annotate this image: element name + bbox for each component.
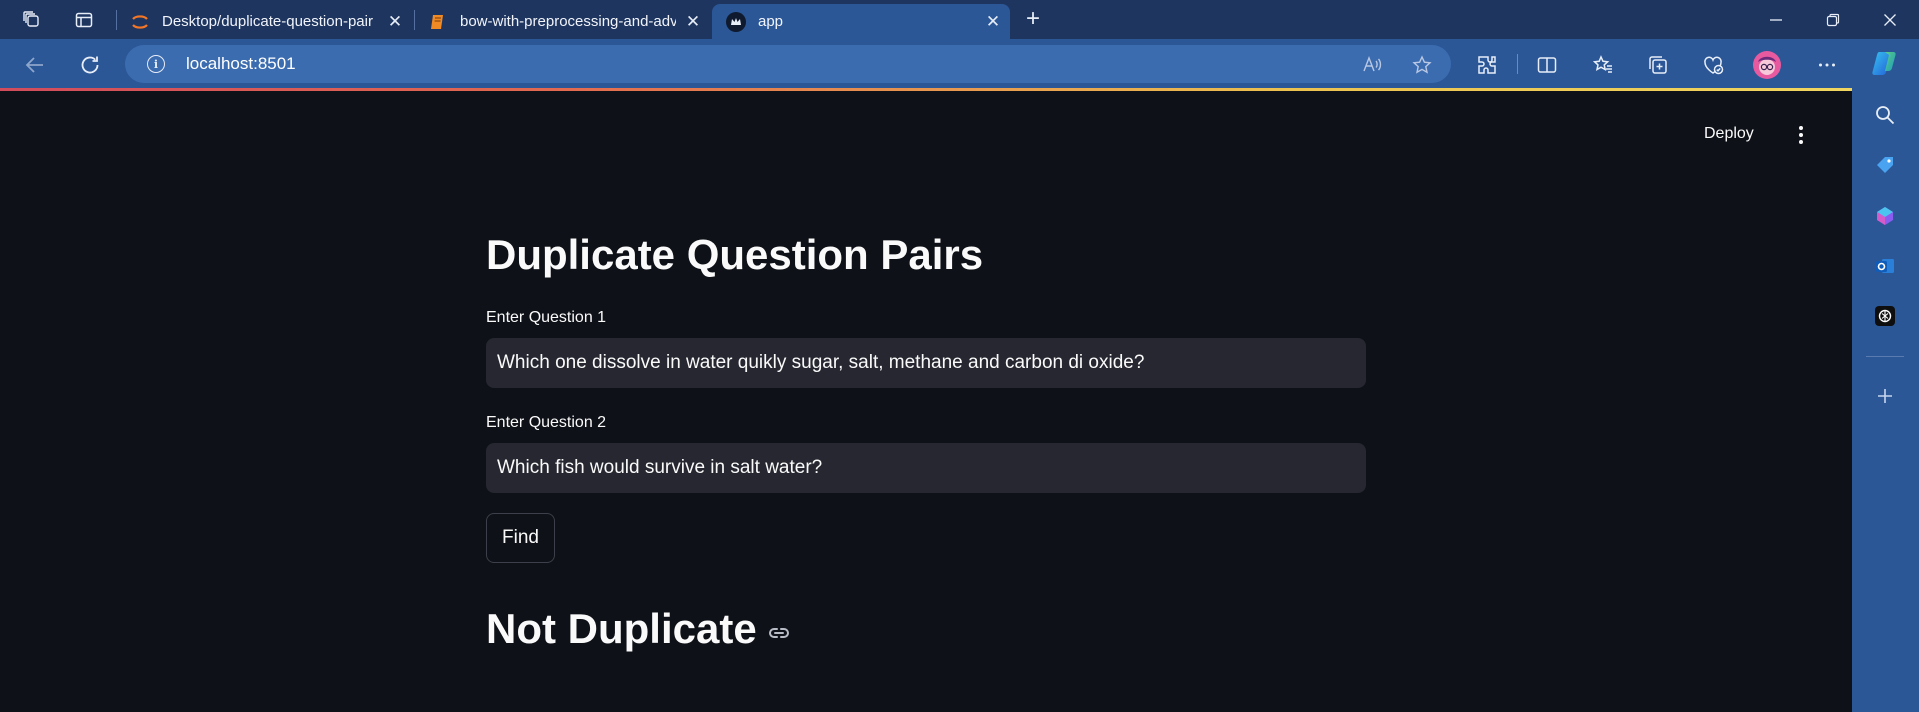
minimize-icon[interactable] (1763, 7, 1789, 33)
close-icon[interactable]: ✕ (982, 11, 1004, 33)
jupyter-icon (130, 12, 150, 32)
question1-input[interactable]: Which one dissolve in water quikly sugar… (486, 338, 1366, 388)
browser-toolbar: i localhost:8501 (0, 39, 1852, 89)
tab-title: Desktop/duplicate-question-pair (162, 13, 373, 30)
close-icon[interactable]: ✕ (384, 11, 406, 33)
toolbar-separator (1517, 54, 1518, 74)
question2-label: Enter Question 2 (486, 414, 607, 431)
site-info-icon[interactable]: i (147, 55, 165, 73)
address-bar[interactable]: i localhost:8501 (125, 45, 1451, 83)
window-close-icon[interactable] (1877, 7, 1903, 33)
workspaces-icon[interactable] (20, 8, 44, 32)
collections-icon[interactable] (1645, 52, 1671, 78)
url-text[interactable]: localhost:8501 (186, 54, 296, 74)
browser-essentials-icon[interactable] (1700, 52, 1726, 78)
outlook-icon[interactable] (1872, 253, 1898, 279)
notebook-icon (428, 12, 448, 32)
anchor-link-icon[interactable] (767, 621, 791, 645)
question2-input[interactable]: Which fish would survive in salt water? (486, 443, 1366, 493)
page-title: Duplicate Question Pairs (486, 231, 984, 278)
chatgpt-icon[interactable] (1872, 303, 1898, 329)
streamlit-app: Deploy Duplicate Question Pairs Enter Qu… (0, 91, 1852, 712)
deploy-button[interactable]: Deploy (1704, 125, 1754, 147)
more-options-icon[interactable] (1814, 52, 1840, 78)
main-menu-icon[interactable] (1796, 123, 1806, 147)
sidebar-divider (1866, 356, 1904, 357)
restore-icon[interactable] (1820, 7, 1846, 33)
new-tab-button[interactable]: + (1020, 7, 1046, 32)
extensions-icon[interactable] (1474, 52, 1500, 78)
tab-app[interactable]: app ✕ (712, 4, 1010, 39)
result-heading: Not Duplicate (486, 605, 791, 653)
edge-sidebar (1852, 39, 1919, 712)
copilot-icon[interactable] (1870, 48, 1900, 78)
find-button[interactable]: Find (486, 513, 555, 563)
tab-actions-icon[interactable] (72, 8, 96, 32)
copilot-designer-icon[interactable] (1872, 203, 1898, 229)
result-text: Not Duplicate (486, 605, 757, 652)
close-icon[interactable]: ✕ (682, 11, 704, 33)
tab-title: bow-with-preprocessing-and-adv (460, 13, 676, 30)
read-aloud-icon[interactable] (1361, 54, 1383, 76)
refresh-icon[interactable] (77, 52, 103, 78)
shopping-tag-icon[interactable] (1872, 152, 1898, 178)
streamlit-crown-icon (726, 11, 746, 32)
favorite-star-icon[interactable] (1411, 54, 1433, 76)
search-icon[interactable] (1872, 102, 1898, 128)
tab-strip: Desktop/duplicate-question-pair ✕ bow-wi… (0, 0, 1919, 39)
tab-title: app (758, 13, 784, 30)
split-screen-icon[interactable] (1534, 52, 1560, 78)
question1-label: Enter Question 1 (486, 309, 607, 326)
favorites-icon[interactable] (1590, 52, 1616, 78)
tab-notebook-bow[interactable]: bow-with-preprocessing-and-adv ✕ (414, 4, 710, 39)
back-icon[interactable] (22, 52, 48, 78)
tab-jupyter-desktop[interactable]: Desktop/duplicate-question-pair ✕ (116, 4, 412, 39)
add-sidebar-app-icon[interactable] (1872, 383, 1898, 409)
profile-avatar[interactable] (1752, 50, 1782, 80)
